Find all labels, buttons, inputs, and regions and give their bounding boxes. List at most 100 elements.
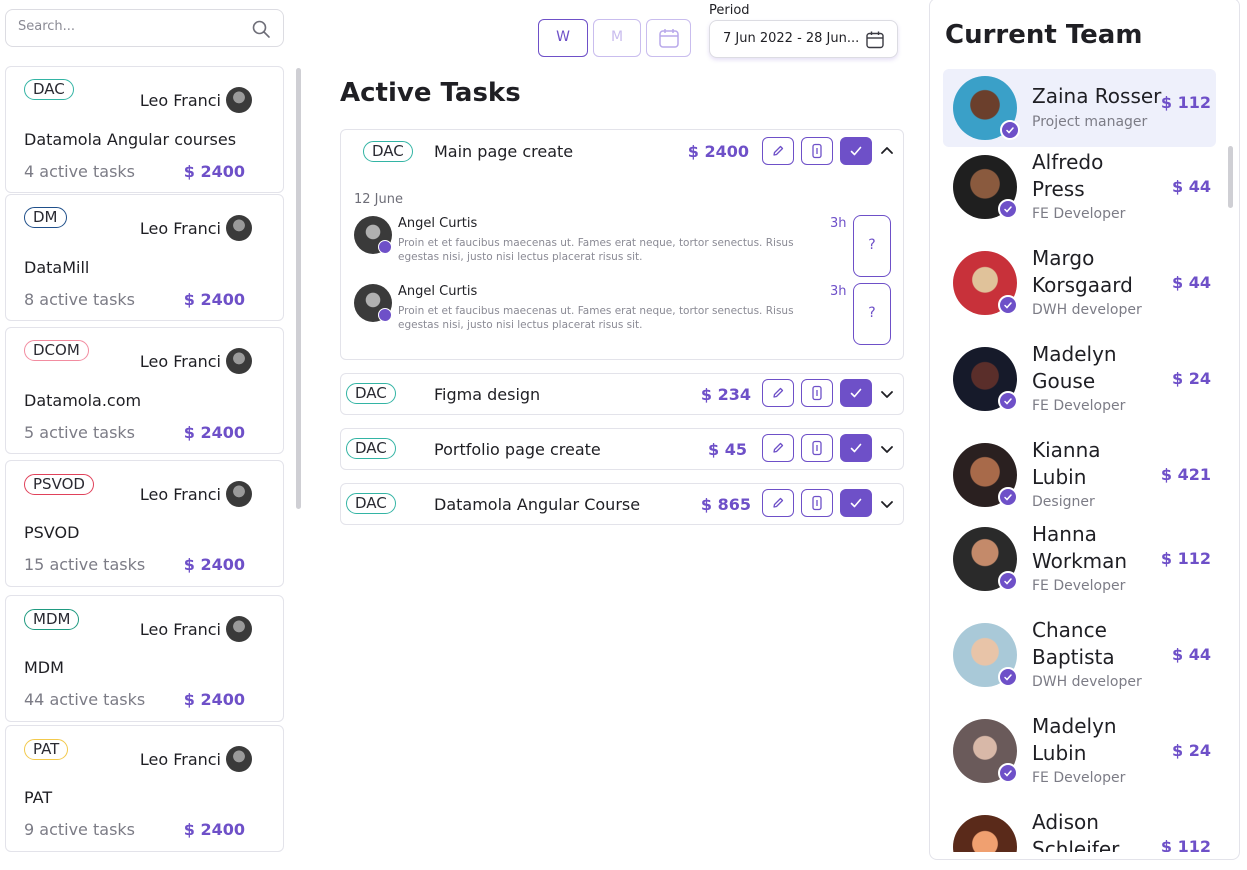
document-button[interactable]: [801, 434, 833, 462]
member-name: Margo Korsgaard: [1032, 246, 1133, 297]
member-role: FE Developer: [1032, 770, 1126, 786]
project-card[interactable]: DM Leo Franci DataMill 8 active tasks $ …: [5, 194, 284, 321]
period-picker[interactable]: 7 Jun 2022 - 28 Jun...: [709, 20, 898, 58]
task-amount: $ 234: [700, 385, 751, 404]
pencil-icon: [773, 442, 784, 453]
owner-avatar: [226, 348, 252, 374]
edit-button[interactable]: [762, 489, 794, 517]
task-amount: $ 2400: [687, 142, 749, 161]
member-rate: $ 24: [1172, 741, 1211, 760]
project-name: Datamola.com: [24, 391, 142, 410]
document-button[interactable]: [801, 489, 833, 517]
member-role: FE Developer: [1032, 578, 1126, 594]
task-card[interactable]: DAC Main page create $ 2400 12 June Ange…: [340, 129, 904, 360]
document-button[interactable]: [801, 137, 833, 165]
member-role: Project manager: [1032, 114, 1148, 130]
task-tag: DAC: [346, 383, 396, 404]
project-card[interactable]: PSVOD Leo Franci PSVOD 15 active tasks $…: [5, 460, 284, 587]
project-name: DataMill: [24, 258, 90, 277]
comment-question-button[interactable]: ?: [853, 283, 891, 345]
owner-avatar: [226, 616, 252, 642]
chevron-up-icon[interactable]: [879, 143, 895, 159]
member-role: DWH developer: [1032, 674, 1142, 690]
chevron-down-icon[interactable]: [879, 441, 895, 457]
team-member[interactable]: Zaina Rosser Project manager $ 112: [943, 69, 1216, 147]
team-member[interactable]: Alfredo Press FE Developer $ 44: [943, 150, 1216, 231]
page-title: Active Tasks: [340, 78, 521, 108]
project-tag: MDM: [24, 609, 80, 630]
check-icon: [850, 443, 862, 453]
project-owner: Leo Franci: [139, 620, 221, 639]
member-role: DWH developer: [1032, 302, 1142, 318]
search-box[interactable]: [5, 9, 284, 47]
comment-time: 3h: [830, 284, 847, 299]
comment-text: Proin et et faucibus maecenas ut. Fames …: [398, 305, 794, 331]
task-amount: $ 45: [708, 440, 747, 459]
team-member[interactable]: Madelyn Gouse FE Developer $ 24: [943, 342, 1216, 423]
complete-button[interactable]: [840, 379, 872, 407]
pencil-icon: [773, 387, 784, 398]
task-tag: DAC: [346, 438, 396, 459]
team-member[interactable]: Margo Korsgaard DWH developer $ 44: [943, 246, 1216, 327]
project-card[interactable]: DAC Leo Franci Datamola Angular courses …: [5, 66, 284, 193]
team-list: Zaina Rosser Project manager $ 112 Alfre…: [930, 69, 1230, 852]
project-list-scrollbar[interactable]: [296, 68, 301, 509]
calendar-icon: [658, 29, 679, 48]
project-amount: $ 2400: [183, 290, 245, 309]
project-task-count: 9 active tasks: [24, 820, 135, 839]
complete-button[interactable]: [840, 489, 872, 517]
calendar-icon: [866, 31, 884, 49]
chevron-down-icon[interactable]: [879, 386, 895, 402]
task-amount: $ 865: [700, 495, 751, 514]
check-icon: [1006, 127, 1014, 134]
project-tag: PSVOD: [24, 474, 94, 495]
edit-button[interactable]: [762, 434, 794, 462]
project-card[interactable]: PAT Leo Franci PAT 9 active tasks $ 2400: [5, 725, 284, 852]
search-icon[interactable]: [251, 19, 271, 39]
team-member[interactable]: Adison Schleifer $ 112: [943, 810, 1216, 852]
team-member[interactable]: Chance Baptista DWH developer $ 44: [943, 618, 1216, 699]
pencil-icon: [773, 497, 784, 508]
search-input[interactable]: [18, 19, 238, 34]
team-list-scrollbar[interactable]: [1228, 146, 1233, 208]
week-view-button[interactable]: W: [538, 19, 588, 57]
team-title: Current Team: [945, 20, 1143, 50]
member-avatar: [953, 815, 1017, 852]
edit-button[interactable]: [762, 137, 794, 165]
team-member[interactable]: Kianna Lubin Designer $ 421: [943, 438, 1216, 519]
chevron-down-icon[interactable]: [879, 496, 895, 512]
team-member[interactable]: Hanna Workman FE Developer $ 112: [943, 522, 1216, 603]
calendar-view-button[interactable]: [646, 19, 691, 57]
project-amount: $ 2400: [183, 555, 245, 574]
project-name: MDM: [24, 658, 64, 677]
task-name: Main page create: [434, 142, 574, 161]
task-card[interactable]: DAC Portfolio page create $ 45: [340, 428, 904, 470]
member-role: Designer: [1032, 494, 1095, 510]
period-value: 7 Jun 2022 - 28 Jun...: [723, 31, 860, 46]
month-view-button[interactable]: M: [593, 19, 641, 57]
project-name: PAT: [24, 788, 53, 807]
project-amount: $ 2400: [183, 820, 245, 839]
task-card[interactable]: DAC Datamola Angular Course $ 865: [340, 483, 904, 525]
team-member[interactable]: Madelyn Lubin FE Developer $ 24: [943, 714, 1216, 795]
project-list: DAC Leo Franci Datamola Angular courses …: [5, 66, 284, 852]
task-card[interactable]: DAC Figma design $ 234: [340, 373, 904, 415]
comment-question-button[interactable]: ?: [853, 215, 891, 277]
project-card[interactable]: MDM Leo Franci MDM 44 active tasks $ 240…: [5, 595, 284, 722]
project-task-count: 8 active tasks: [24, 290, 135, 309]
project-task-count: 15 active tasks: [24, 555, 146, 574]
complete-button[interactable]: [840, 137, 872, 165]
check-icon: [850, 146, 862, 156]
edit-button[interactable]: [762, 379, 794, 407]
verified-badge: [998, 199, 1018, 219]
member-rate: $ 44: [1172, 645, 1211, 664]
document-button[interactable]: [801, 379, 833, 407]
owner-avatar: [226, 481, 252, 507]
project-task-count: 5 active tasks: [24, 423, 135, 442]
verified-badge: [378, 240, 392, 254]
member-rate: $ 112: [1160, 93, 1211, 112]
complete-button[interactable]: [840, 434, 872, 462]
verified-badge: [998, 763, 1018, 783]
project-card[interactable]: DCOM Leo Franci Datamola.com 5 active ta…: [5, 327, 284, 454]
verified-badge: [1000, 120, 1020, 140]
